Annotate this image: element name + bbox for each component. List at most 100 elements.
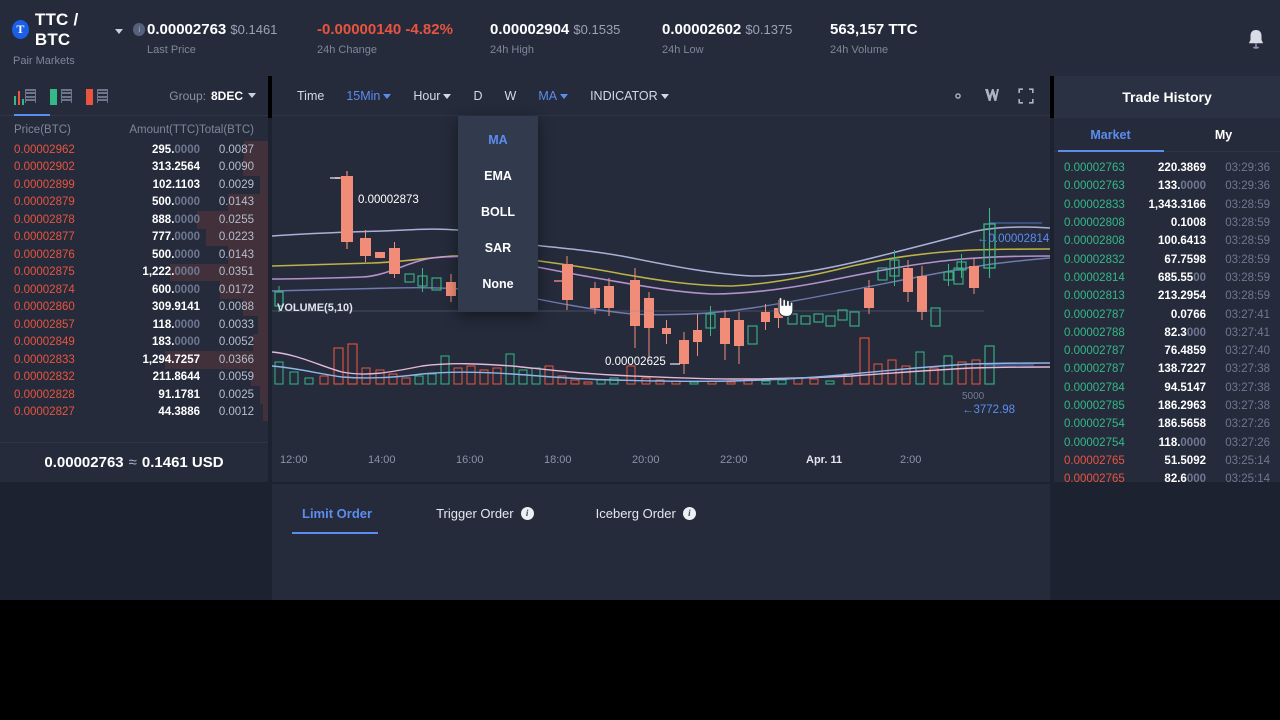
ma-option-sar[interactable]: SAR	[458, 230, 538, 266]
candlestick-chart	[272, 171, 1050, 385]
ma-option-none[interactable]: None	[458, 266, 538, 302]
row-price: 0.00002876	[14, 248, 75, 261]
chart-tab-ma[interactable]: MA	[527, 76, 579, 116]
order-book-row[interactable]: 0.00002899 102.1103 0.0029	[14, 176, 268, 194]
chart-tab-hour[interactable]: Hour	[402, 76, 462, 116]
app-root: T TTC / BTC i Pair Markets 0.00002763 $0…	[0, 0, 1280, 720]
depth-bar	[263, 403, 268, 421]
tab-iceberg-order[interactable]: Iceberg Order i	[596, 496, 696, 530]
tab-trigger-order[interactable]: Trigger Order i	[436, 496, 534, 530]
order-book-row[interactable]: 0.00002828 91.1781 0.0025	[14, 386, 268, 404]
orderbook-both-icon[interactable]	[14, 87, 36, 107]
chart-type-icon[interactable]	[984, 88, 1000, 104]
row-price: 0.00002857	[14, 318, 75, 331]
info-circle-icon[interactable]: i	[133, 23, 145, 36]
trade-time: 03:28:59	[1225, 253, 1270, 266]
stat-label: 24h Volume	[830, 43, 889, 56]
trade-history-row: 0.00002787 138.7227 03:27:38	[1064, 360, 1270, 378]
tab-my-trades[interactable]: My	[1167, 118, 1280, 151]
trade-history-rows: 0.00002763 220.3869 03:29:36 0.00002763 133.…	[1054, 152, 1280, 488]
order-book-row[interactable]: 0.00002827 44.3886 0.0012	[14, 403, 268, 421]
order-book-row[interactable]: 0.00002902 313.2564 0.0090	[14, 158, 268, 176]
ma-option-ema[interactable]: EMA	[458, 158, 538, 194]
chart-tab-15min[interactable]: 15Min	[335, 76, 402, 116]
chart-tab-label: Hour	[413, 88, 441, 103]
order-book-row[interactable]: 0.00002849 183.0000 0.0052	[14, 333, 268, 351]
chart-tab-day[interactable]: D	[462, 76, 493, 116]
row-total: 0.0088	[218, 301, 254, 314]
stat-value: 563,157 TTC	[830, 20, 918, 38]
order-book-row[interactable]: 0.00002962 295.0000 0.0087	[14, 141, 268, 159]
pair-name: TTC / BTC	[34, 9, 79, 49]
order-book-row[interactable]: 0.00002860 309.9141 0.0088	[14, 298, 268, 316]
info-icon[interactable]: i	[520, 506, 534, 520]
chart-tab-label: INDICATOR	[590, 88, 658, 103]
row-amount: 1,294.7257	[142, 353, 200, 366]
order-book-row[interactable]: 0.00002857 118.0000 0.0033	[14, 316, 268, 334]
active-tab-underline	[1058, 149, 1164, 152]
pair-selector[interactable]: T TTC / BTC i Pair Markets	[0, 10, 145, 67]
orderbook-asks-icon[interactable]	[86, 87, 108, 107]
stat-usd: $0.1535	[573, 21, 621, 37]
order-book-row[interactable]: 0.00002879 500.0000 0.0143	[14, 193, 268, 211]
chart-tab-indicator[interactable]: INDICATOR	[579, 76, 680, 116]
trade-amount: 138.7227	[1158, 363, 1206, 376]
stat-value: -0.00000140	[317, 20, 402, 38]
chart-tab-time[interactable]: Time	[286, 76, 335, 116]
trade-amount: 1,343.3166	[1148, 198, 1206, 211]
gear-icon[interactable]	[950, 88, 966, 104]
trade-amount: 51.5092	[1164, 454, 1206, 467]
chart-tab-week[interactable]: W	[494, 76, 528, 116]
order-book-row[interactable]: 0.00002833 1,294.7257 0.0366	[14, 351, 268, 369]
stat-label: 24h High	[490, 43, 535, 56]
stat-value: 0.00002602	[662, 20, 742, 38]
trade-history-row: 0.00002763 133.0000 03:29:36	[1064, 177, 1270, 195]
stat-label: Last Price	[147, 43, 196, 56]
chevron-down-icon[interactable]	[115, 28, 124, 34]
trade-history-row: 0.00002814 685.5500 03:28:59	[1064, 269, 1270, 287]
chart-body[interactable]: 0.00002873 0.00002625 ←0.00002814 VOLUME…	[272, 116, 1050, 482]
notification-bell-icon[interactable]	[1246, 28, 1266, 50]
row-price: 0.00002827	[14, 406, 75, 419]
order-book-toolbar: Group: 8DEC	[0, 76, 268, 116]
order-book-row[interactable]: 0.00002878 888.0000 0.0255	[14, 211, 268, 229]
ma-dropdown-menu[interactable]: MA EMA BOLL SAR None	[458, 116, 538, 312]
order-book-row[interactable]: 0.00002876 500.0000 0.0143	[14, 246, 268, 264]
order-book-row[interactable]: 0.00002877 777.0000 0.0223	[14, 228, 268, 246]
order-book-row[interactable]: 0.00002874 600.0000 0.0172	[14, 281, 268, 299]
row-amount: 295.0000	[152, 143, 200, 156]
tab-market-trades[interactable]: Market	[1054, 118, 1167, 152]
orderbook-bids-icon[interactable]	[50, 87, 72, 107]
trade-price: 0.00002765	[1064, 454, 1125, 467]
trade-history-row: 0.00002833 1,343.3166 03:28:59	[1064, 196, 1270, 214]
trade-history-tabs: Market My	[1054, 118, 1280, 152]
trade-time: 03:28:59	[1225, 290, 1270, 303]
chevron-down-icon	[443, 94, 452, 99]
trade-time: 03:27:41	[1225, 326, 1270, 339]
trade-history-row: 0.00002763 220.3869 03:29:36	[1064, 159, 1270, 177]
chart-tab-label: 15Min	[346, 88, 381, 103]
trade-time: 03:27:26	[1225, 436, 1270, 449]
group-precision-dropdown[interactable]: Group: 8DEC	[169, 89, 256, 103]
trade-price: 0.00002833	[1064, 198, 1125, 211]
tab-limit-order[interactable]: Limit Order	[292, 496, 378, 534]
trade-amount: 186.2963	[1158, 400, 1206, 412]
trade-history-panel: Trade History Market My 0.00002763 220.38…	[1054, 76, 1280, 485]
row-price: 0.00002833	[14, 353, 75, 366]
order-book-row[interactable]: 0.00002875 1,222.0000 0.0351	[14, 263, 268, 281]
row-amount: 777.0000	[152, 231, 200, 244]
tab-label: Limit Order	[302, 505, 373, 521]
trade-price: 0.00002787	[1064, 345, 1125, 358]
trade-time: 03:28:59	[1225, 217, 1270, 230]
trade-amount: 67.7598	[1164, 253, 1206, 266]
order-book-row[interactable]: 0.00002832 211.8644 0.0059	[14, 368, 268, 386]
row-amount: 91.1781	[158, 388, 200, 401]
trade-amount: 0.1008	[1170, 217, 1206, 230]
ma-option-ma[interactable]: MA	[458, 122, 538, 158]
chevron-down-icon	[383, 94, 392, 99]
fullscreen-icon[interactable]	[1018, 87, 1034, 104]
info-icon[interactable]: i	[682, 506, 696, 520]
trade-time: 03:27:26	[1225, 418, 1270, 431]
ma-option-boll[interactable]: BOLL	[458, 194, 538, 230]
mouse-cursor-pointer	[776, 296, 794, 318]
